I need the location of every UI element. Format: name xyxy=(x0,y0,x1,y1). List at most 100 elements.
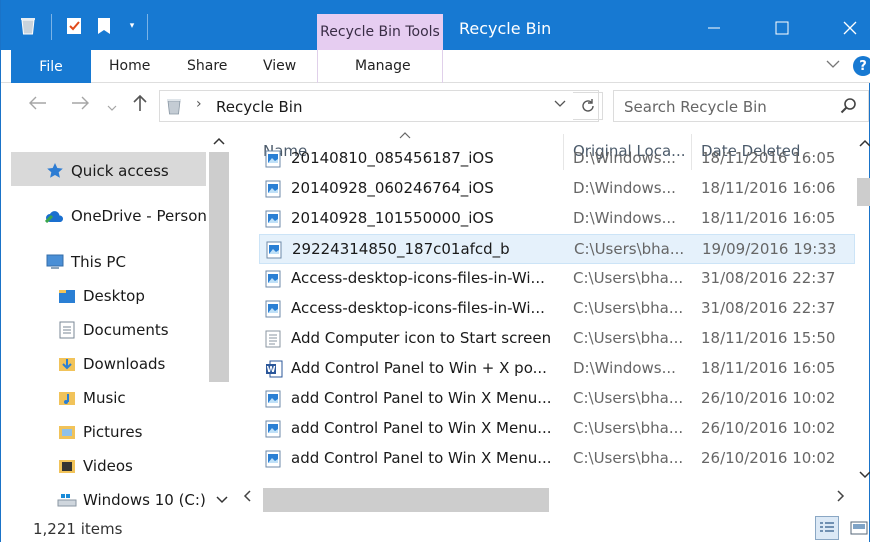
breadcrumb-recycle-bin[interactable]: Recycle Bin xyxy=(216,98,302,116)
file-date-deleted: 26/10/2016 10:02 xyxy=(701,419,836,437)
image-icon xyxy=(265,210,281,228)
file-row[interactable]: add Control Panel to Win X Menu... C:\Use… xyxy=(259,384,855,414)
nav-scrollbar-thumb[interactable] xyxy=(209,152,229,382)
horizontal-scrollbar-thumb[interactable] xyxy=(263,488,549,512)
list-scroll-down-arrow-icon[interactable] xyxy=(859,468,870,482)
file-original-location: C:\Users\bha... xyxy=(573,299,684,317)
search-box[interactable]: Search Recycle Bin xyxy=(613,90,869,122)
close-button[interactable] xyxy=(835,14,865,42)
nav-pictures-label: Pictures xyxy=(83,423,143,441)
file-name: Add Computer icon to Start screen xyxy=(291,329,552,347)
image-icon xyxy=(265,180,281,198)
desktop-folder-icon xyxy=(57,286,77,306)
refresh-icon[interactable] xyxy=(573,92,603,120)
tab-manage[interactable]: Manage xyxy=(355,58,411,74)
file-row[interactable]: Access-desktop-icons-files-in-Wi... C:\Us… xyxy=(259,294,855,324)
file-name: 20140928_101550000_iOS xyxy=(291,209,494,227)
search-placeholder[interactable]: Search Recycle Bin xyxy=(624,98,767,116)
file-name: add Control Panel to Win X Menu... xyxy=(291,389,552,407)
details-view-icon[interactable] xyxy=(815,516,839,540)
up-arrow-icon[interactable] xyxy=(133,94,147,117)
nav-pictures[interactable]: Pictures xyxy=(57,417,142,447)
documents-folder-icon xyxy=(57,320,77,340)
scroll-left-arrow-icon[interactable] xyxy=(243,490,251,506)
file-row[interactable]: 20140928_101550000_iOS D:\Windows... 18/11… xyxy=(259,204,855,234)
properties-quick-button[interactable] xyxy=(63,14,85,38)
file-row[interactable]: add Control Panel to Win X Menu... C:\Use… xyxy=(259,444,855,474)
file-row[interactable]: Access-desktop-icons-files-in-Wi... C:\Us… xyxy=(259,264,855,294)
file-row[interactable]: Add Computer icon to Start screen C:\User… xyxy=(259,324,855,354)
nav-scroll-up-arrow-icon[interactable] xyxy=(213,134,225,148)
nav-desktop[interactable]: Desktop xyxy=(57,281,145,311)
nav-this-pc-label: This PC xyxy=(71,253,126,271)
onedrive-cloud-icon xyxy=(45,206,65,226)
file-date-deleted: 18/11/2016 16:05 xyxy=(701,359,836,377)
file-name: 29224314850_187c01afcd_b xyxy=(292,240,510,258)
scroll-right-arrow-icon[interactable] xyxy=(837,490,845,506)
svg-text:W: W xyxy=(267,365,276,374)
file-original-location: C:\Users\bha... xyxy=(573,389,684,407)
minimize-button[interactable] xyxy=(699,14,729,42)
quick-access-separator xyxy=(51,14,52,40)
address-bar[interactable]: › Recycle Bin xyxy=(159,90,599,122)
nav-documents[interactable]: Documents xyxy=(57,315,169,345)
nav-music[interactable]: Music xyxy=(57,383,126,413)
breadcrumb-chevron-icon[interactable]: › xyxy=(196,96,202,112)
list-scroll-up-arrow-icon[interactable] xyxy=(859,136,870,150)
image-icon xyxy=(266,241,282,259)
file-original-location: D:\Windows... xyxy=(573,359,676,377)
new-folder-quick-button[interactable] xyxy=(93,14,115,38)
file-date-deleted: 26/10/2016 10:02 xyxy=(701,449,836,467)
file-name: 20140810_085456187_iOS xyxy=(291,149,494,167)
downloads-folder-icon xyxy=(57,354,77,374)
help-icon[interactable]: ? xyxy=(853,56,870,76)
expand-ribbon-chevron-icon[interactable] xyxy=(825,58,841,74)
file-original-location: C:\Users\bha... xyxy=(574,240,685,258)
file-list: Name Original Loca... Date Deleted 20140… xyxy=(257,128,857,484)
forward-arrow-icon[interactable] xyxy=(71,94,89,115)
customize-quick-access-button[interactable]: ▾ xyxy=(121,14,143,38)
file-row[interactable]: 29224314850_187c01afcd_b C:\Users\bha... 1… xyxy=(259,234,855,264)
back-arrow-icon[interactable] xyxy=(29,94,47,115)
file-date-deleted: 26/10/2016 10:02 xyxy=(701,389,836,407)
file-date-deleted: 18/11/2016 16:05 xyxy=(701,149,836,167)
image-icon xyxy=(265,390,281,408)
file-row[interactable]: 20140810_085456187_iOS D:\Windows... 18/11… xyxy=(259,144,855,174)
nav-quick-access[interactable]: Quick access xyxy=(45,156,169,186)
large-icons-view-icon[interactable] xyxy=(847,516,870,540)
maximize-button[interactable] xyxy=(767,14,797,42)
file-row[interactable]: 20140928_060246764_iOS D:\Windows... 18/11… xyxy=(259,174,855,204)
recycle-bin-window-icon[interactable] xyxy=(17,14,39,38)
nav-windows-drive-label: Windows 10 (C:) xyxy=(83,491,206,509)
nav-this-pc[interactable]: This PC xyxy=(45,247,126,277)
file-date-deleted: 31/08/2016 22:37 xyxy=(701,269,836,287)
drive-expand-chevron-icon[interactable] xyxy=(216,493,228,507)
tab-share[interactable]: Share xyxy=(187,58,227,74)
tab-file[interactable]: File xyxy=(11,50,91,83)
nav-downloads[interactable]: Downloads xyxy=(57,349,165,379)
recent-locations-chevron-icon[interactable] xyxy=(107,96,117,117)
explorer-window: ▾ Recycle Bin Tools Recycle Bin File Hom… xyxy=(0,0,870,542)
file-date-deleted: 31/08/2016 22:37 xyxy=(701,299,836,317)
file-name: Access-desktop-icons-files-in-Wi... xyxy=(291,269,545,287)
nav-onedrive-label: OneDrive - Person xyxy=(71,207,207,225)
file-original-location: D:\Windows... xyxy=(573,209,676,227)
music-folder-icon xyxy=(57,388,77,408)
file-row[interactable]: W Add Control Panel to Win + X po... D:\Wi… xyxy=(259,354,855,384)
image-icon xyxy=(265,300,281,318)
nav-music-label: Music xyxy=(83,389,126,407)
nav-onedrive[interactable]: OneDrive - Person xyxy=(45,201,207,231)
file-row[interactable]: add Control Panel to Win X Menu... C:\Use… xyxy=(259,414,855,444)
file-date-deleted: 18/11/2016 16:05 xyxy=(701,209,836,227)
file-date-deleted: 18/11/2016 16:06 xyxy=(701,179,836,197)
ribbon-tab-bar: File Home Share View Manage ? xyxy=(1,50,870,83)
nav-windows-drive[interactable]: Windows 10 (C:) xyxy=(57,485,228,515)
nav-videos[interactable]: Videos xyxy=(57,451,133,481)
nav-videos-label: Videos xyxy=(83,457,133,475)
address-dropdown-chevron-icon[interactable] xyxy=(554,97,566,112)
tab-view[interactable]: View xyxy=(263,58,296,74)
search-icon[interactable] xyxy=(840,97,858,119)
list-scrollbar-thumb[interactable] xyxy=(857,178,870,206)
star-icon xyxy=(45,161,65,181)
tab-home[interactable]: Home xyxy=(109,58,150,74)
